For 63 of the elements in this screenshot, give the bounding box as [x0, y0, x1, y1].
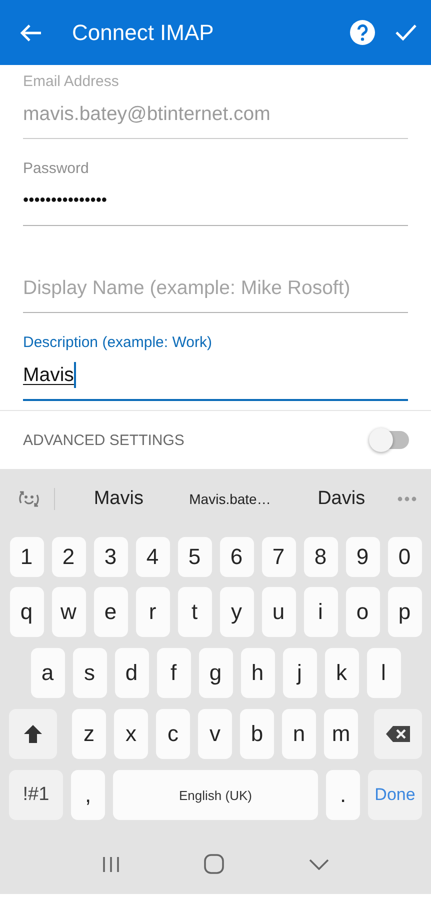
space-bar[interactable]: English (UK): [113, 770, 318, 820]
text-cursor: [74, 362, 76, 388]
key[interactable]: x: [114, 709, 148, 759]
key[interactable]: r: [136, 587, 170, 637]
key[interactable]: i: [304, 587, 338, 637]
section-label: ADVANCED SETTINGS: [23, 432, 184, 448]
key[interactable]: ,: [71, 770, 105, 820]
key[interactable]: 2: [52, 537, 86, 577]
key[interactable]: u: [262, 587, 296, 637]
key[interactable]: g: [198, 648, 232, 698]
key[interactable]: n: [282, 709, 316, 759]
symbols-key[interactable]: !#1: [9, 770, 63, 820]
toggle-switch[interactable]: [371, 431, 409, 449]
backspace-icon: [385, 725, 411, 743]
key[interactable]: w: [52, 587, 86, 637]
input-field[interactable]: Description (example: Work) Mavis: [23, 334, 408, 401]
key[interactable]: l: [366, 648, 400, 698]
key[interactable]: 7: [262, 537, 296, 577]
key[interactable]: 1: [10, 537, 44, 577]
help-icon[interactable]: [350, 20, 375, 45]
word-suggestion[interactable]: Davis: [286, 488, 397, 510]
key[interactable]: h: [240, 648, 274, 698]
input-field[interactable]: Password •••••••••••••••: [23, 160, 408, 226]
key[interactable]: f: [156, 648, 190, 698]
backspace-key[interactable]: [374, 709, 422, 759]
masked-password: •••••••••••••••: [23, 191, 108, 211]
key[interactable]: v: [198, 709, 232, 759]
key[interactable]: 9: [346, 537, 380, 577]
key[interactable]: j: [282, 648, 316, 698]
key[interactable]: 3: [94, 537, 128, 577]
key[interactable]: 0: [388, 537, 422, 577]
field-value: Mavis: [23, 363, 74, 388]
key[interactable]: a: [30, 648, 64, 698]
key[interactable]: q: [10, 587, 44, 637]
field-value: mavis.batey@btinternet.com: [23, 102, 270, 127]
key[interactable]: b: [240, 709, 274, 759]
key[interactable]: 6: [220, 537, 254, 577]
field-label: Password: [23, 160, 89, 177]
key[interactable]: z: [72, 709, 106, 759]
key[interactable]: c: [156, 709, 190, 759]
checkmark-icon[interactable]: [395, 24, 417, 41]
key[interactable]: p: [388, 587, 422, 637]
key[interactable]: y: [220, 587, 254, 637]
key[interactable]: 8: [304, 537, 338, 577]
key[interactable]: m: [324, 709, 358, 759]
screen-title: Connect IMAP: [72, 20, 215, 46]
key[interactable]: d: [114, 648, 148, 698]
key[interactable]: e: [94, 587, 128, 637]
key[interactable]: 4: [136, 537, 170, 577]
key[interactable]: .: [326, 770, 360, 820]
word-suggestion[interactable]: Mavis.bate…: [174, 491, 286, 507]
key[interactable]: o: [346, 587, 380, 637]
key[interactable]: k: [324, 648, 358, 698]
field-label: Description (example: Work): [23, 334, 212, 351]
shift-key[interactable]: [9, 709, 57, 759]
key[interactable]: s: [72, 648, 106, 698]
field-label: Email Address: [23, 73, 119, 90]
field-placeholder: Display Name (example: Mike Rosoft): [23, 276, 350, 301]
key[interactable]: t: [178, 587, 212, 637]
back-arrow-icon[interactable]: [20, 24, 42, 42]
word-suggestion[interactable]: Mavis: [63, 488, 174, 510]
key[interactable]: 5: [178, 537, 212, 577]
arrow-up-icon: [22, 723, 44, 745]
